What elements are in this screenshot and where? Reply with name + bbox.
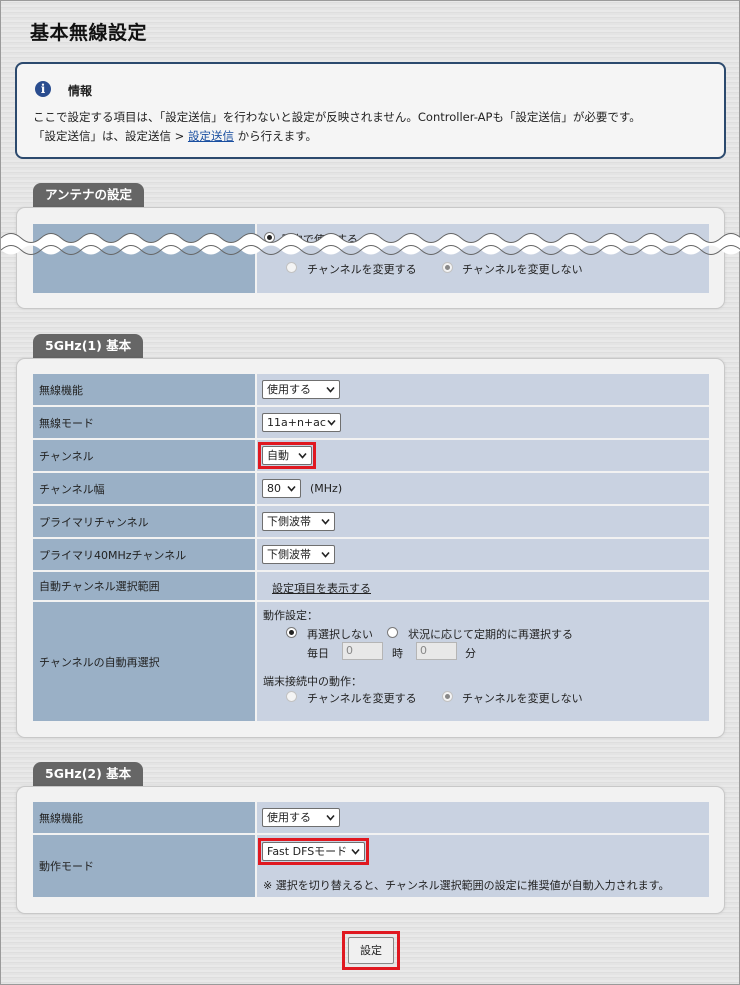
antenna-keep-channel-label: チャンネルを変更しない	[462, 263, 583, 276]
band1-row-primary-40: プライマリ40MHzチャンネル 下側波帯	[33, 539, 709, 570]
band1-primary-40-label: プライマリ40MHzチャンネル	[33, 539, 255, 570]
operation-mode-highlight-box	[258, 838, 369, 865]
band2-row-operation-mode: 動作モード Fast DFSモード ※ 選択を切り替えると、チャンネル選択範囲の…	[33, 835, 709, 897]
operation-setting-title: 動作設定：	[263, 609, 318, 622]
band1-wireless-mode-select[interactable]: 11a+n+ac	[262, 413, 341, 432]
band1-channel-width-unit: (MHz)	[310, 482, 343, 495]
antenna-change-channel-label: チャンネルを変更する	[307, 263, 417, 276]
info-line2-suffix: から行えます。	[233, 129, 317, 143]
band1-row-auto-range: 自動チャンネル選択範囲 設定項目を表示する	[33, 572, 709, 600]
tab-antenna-settings: アンテナの設定	[33, 183, 145, 207]
reselect-hour-input[interactable]: 0	[342, 642, 383, 660]
minute-unit-label: 分	[465, 647, 476, 660]
band1-wireless-function-value: 使用する	[267, 383, 311, 396]
no-reselect-label: 再選択しない	[307, 628, 373, 641]
channel-highlight-box	[258, 442, 316, 469]
band1-row-primary-channel: プライマリチャンネル 下側波帯	[33, 506, 709, 537]
band1-auto-reselect-label: チャンネルの自動再選択	[33, 602, 255, 721]
band1-primary-40-value: 下側波帯	[267, 548, 311, 561]
info-panel: i 情報 ここで設定する項目は、「設定送信」を行わないと設定が反映されません。C…	[15, 62, 726, 159]
band1-channel-label: チャンネル	[33, 440, 255, 471]
band1-channel-cell: 自動	[257, 440, 709, 471]
reselect-minute-input[interactable]: 0	[416, 642, 457, 660]
band2-operation-mode-cell: Fast DFSモード ※ 選択を切り替えると、チャンネル選択範囲の設定に推奨値…	[257, 835, 709, 897]
periodic-reselect-radio[interactable]	[387, 627, 398, 638]
antenna-keep-channel-radio[interactable]	[442, 262, 453, 273]
cut-wave-divider	[1, 233, 740, 255]
tab-5ghz2-basic: 5GHz(2) 基本	[33, 762, 144, 786]
band1-wireless-function-cell: 使用する	[257, 374, 709, 405]
band1-channel-width-value: 80	[267, 482, 281, 495]
set-button[interactable]: 設定	[348, 937, 394, 964]
band2-wireless-function-value: 使用する	[267, 811, 311, 824]
band1-auto-reselect-cell: 動作設定： 再選択しない 状況に応じて定期的に再選択する 毎日 0 時 0 分 …	[257, 602, 709, 721]
band2-wireless-function-select[interactable]: 使用する	[262, 808, 340, 827]
band1-row-wireless-mode: 無線モード 11a+n+ac	[33, 407, 709, 438]
conn-change-channel-radio[interactable]	[286, 691, 297, 702]
show-setting-items-link[interactable]: 設定項目を表示する	[272, 580, 371, 596]
page-title: 基本無線設定	[30, 22, 148, 44]
info-title: 情報	[68, 84, 93, 98]
conn-keep-channel-radio[interactable]	[442, 691, 453, 702]
band1-wireless-mode-label: 無線モード	[33, 407, 255, 438]
band1-row-channel: チャンネル 自動	[33, 440, 709, 471]
chevron-down-icon	[321, 550, 330, 559]
chevron-down-icon	[287, 484, 296, 493]
band1-primary-channel-cell: 下側波帯	[257, 506, 709, 537]
band1-primary-channel-select[interactable]: 下側波帯	[262, 512, 335, 531]
band2-wireless-function-cell: 使用する	[257, 802, 709, 833]
antenna-change-channel-radio[interactable]	[286, 262, 297, 273]
band2-wireless-function-label: 無線機能	[33, 802, 255, 833]
conn-keep-channel-label: チャンネルを変更しない	[462, 692, 583, 705]
band1-channel-width-cell: 80 (MHz)	[257, 473, 709, 504]
tab-5ghz1-basic: 5GHz(1) 基本	[33, 334, 144, 358]
chevron-down-icon	[326, 385, 335, 394]
info-line2-prefix: 「設定送信」は、設定送信 >	[33, 129, 188, 143]
band1-channel-width-label: チャンネル幅	[33, 473, 255, 504]
band1-wireless-function-label: 無線機能	[33, 374, 255, 405]
hour-unit-label: 時	[392, 647, 403, 660]
connected-behavior-title: 端末接続中の動作：	[263, 675, 362, 688]
chevron-down-icon	[327, 418, 336, 427]
band1-wireless-mode-cell: 11a+n+ac	[257, 407, 709, 438]
chevron-down-icon	[326, 813, 335, 822]
band2-panel: 無線機能 使用する 動作モード Fast DFSモード ※ 選択を切り替えると、…	[16, 786, 725, 914]
info-text-line1: ここで設定する項目は、「設定送信」を行わないと設定が反映されません。Contro…	[33, 110, 641, 124]
band1-row-channel-width: チャンネル幅 80 (MHz)	[33, 473, 709, 504]
band2-operation-mode-label: 動作モード	[33, 835, 255, 897]
band1-auto-range-cell: 設定項目を表示する	[257, 572, 709, 600]
band1-primary-channel-value: 下側波帯	[267, 515, 311, 528]
band1-row-wireless-function: 無線機能 使用する	[33, 374, 709, 405]
operation-mode-note: ※ 選択を切り替えると、チャンネル選択範囲の設定に推奨値が自動入力されます。	[263, 879, 670, 892]
daily-label: 毎日	[307, 647, 329, 660]
band1-channel-width-select[interactable]: 80	[262, 479, 301, 498]
band1-wireless-function-select[interactable]: 使用する	[262, 380, 340, 399]
band1-primary-40-cell: 下側波帯	[257, 539, 709, 570]
band2-row-wireless-function: 無線機能 使用する	[33, 802, 709, 833]
band1-primary-40-select[interactable]: 下側波帯	[262, 545, 335, 564]
band1-panel: 無線機能 使用する 無線モード 11a+n+ac チャンネル 自動 チャンネル幅…	[16, 358, 725, 738]
no-reselect-radio[interactable]	[286, 627, 297, 638]
band1-row-auto-reselect: チャンネルの自動再選択 動作設定： 再選択しない 状況に応じて定期的に再選択する…	[33, 602, 709, 721]
band1-wireless-mode-value: 11a+n+ac	[267, 416, 326, 429]
periodic-reselect-label: 状況に応じて定期的に再選択する	[408, 628, 573, 641]
conn-change-channel-label: チャンネルを変更する	[307, 692, 417, 705]
band1-primary-channel-label: プライマリチャンネル	[33, 506, 255, 537]
info-icon: i	[35, 81, 51, 97]
info-text-line2: 「設定送信」は、設定送信 > 設定送信 から行えます。	[33, 128, 317, 144]
chevron-down-icon	[321, 517, 330, 526]
band1-auto-range-label: 自動チャンネル選択範囲	[33, 572, 255, 600]
send-settings-link[interactable]: 設定送信	[188, 129, 234, 143]
